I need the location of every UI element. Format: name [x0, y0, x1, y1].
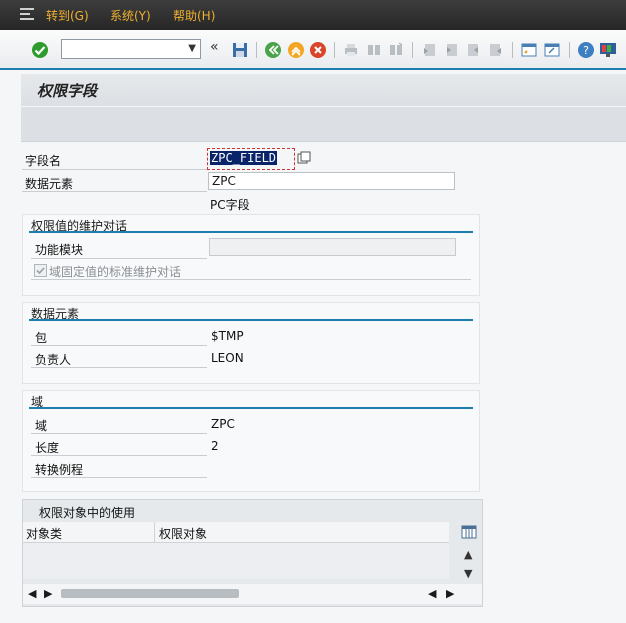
length-value: 2	[211, 439, 219, 453]
svg-text:?: ?	[583, 44, 589, 57]
standard-toolbar: ▼ « ?	[0, 30, 626, 70]
back-icon[interactable]: «	[210, 39, 228, 57]
data-element-description: PC字段	[210, 198, 250, 212]
table-header: 对象类 权限对象	[23, 522, 449, 543]
data-element-group: 数据元素 包 $TMP 负责人 LEON	[22, 302, 480, 384]
function-module-label: 功能模块	[35, 243, 84, 257]
checkbox-icon[interactable]	[34, 264, 47, 277]
scroll-right-icon[interactable]: ▶	[446, 587, 454, 600]
label-underline	[31, 279, 471, 280]
column-header-object-class[interactable]: 对象类	[26, 525, 62, 542]
chevron-down-icon[interactable]: ▼	[188, 43, 196, 54]
menu-system[interactable]: 系统(Y)	[110, 7, 151, 24]
standard-maintenance-checkbox-label: 域固定值的标准维护对话	[49, 265, 182, 279]
toolbar-separator	[334, 42, 335, 58]
menu-help[interactable]: 帮助(H)	[173, 7, 215, 24]
last-page-icon[interactable]	[487, 41, 505, 59]
scroll-left-icon[interactable]: ◀	[28, 587, 36, 600]
label-underline	[22, 169, 207, 170]
label-underline	[31, 455, 207, 456]
command-field[interactable]: ▼	[61, 39, 201, 59]
owner-label: 负责人	[35, 353, 72, 367]
create-session-icon[interactable]	[520, 41, 538, 59]
column-divider	[154, 522, 155, 542]
toolbar-separator	[512, 42, 513, 58]
toolbar-separator	[256, 42, 257, 58]
horizontal-scrollbar[interactable]: ◀ ▶ ◀ ▶	[23, 584, 482, 604]
usage-table: 权限对象中的使用 对象类 权限对象 ▲ ▼ ◀ ▶ ◀ ▶	[22, 499, 483, 607]
table-title: 权限对象中的使用	[39, 506, 136, 520]
menu-goto[interactable]: 转到(G)	[46, 7, 89, 24]
next-page-icon[interactable]	[465, 41, 483, 59]
data-element-input[interactable]: ZPC	[208, 172, 455, 190]
customize-layout-icon[interactable]	[599, 41, 617, 59]
domain-value: ZPC	[211, 417, 235, 431]
label-underline	[31, 433, 207, 434]
owner-value: LEON	[211, 351, 244, 365]
check-icon[interactable]	[31, 41, 49, 59]
scroll-down-icon[interactable]: ▼	[464, 567, 472, 580]
find-icon[interactable]	[365, 41, 383, 59]
length-label: 长度	[35, 441, 60, 455]
shortcut-icon[interactable]	[543, 41, 561, 59]
function-module-input[interactable]	[209, 238, 456, 256]
label-underline	[31, 258, 207, 259]
find-next-icon[interactable]	[387, 41, 405, 59]
label-underline	[31, 477, 207, 478]
package-label: 包	[35, 331, 48, 345]
column-header-auth-object[interactable]: 权限对象	[159, 525, 207, 542]
cancel-icon[interactable]	[309, 41, 327, 59]
title-bar: 权限字段	[21, 74, 626, 106]
save-icon[interactable]	[231, 41, 249, 59]
package-value: $TMP	[211, 329, 244, 343]
group-line	[29, 407, 473, 409]
scroll-right-icon[interactable]: ▶	[44, 587, 52, 600]
group-line	[29, 231, 473, 233]
toolbar-separator	[569, 42, 570, 58]
field-name-value: ZPC_FIELD	[210, 151, 278, 165]
table-body	[23, 543, 449, 579]
print-icon[interactable]	[342, 41, 360, 59]
exit-icon[interactable]	[287, 41, 305, 59]
conversion-routine-label: 转换例程	[35, 463, 84, 477]
help-icon[interactable]: ?	[577, 41, 595, 59]
domain-label: 域	[35, 419, 48, 433]
domain-group: 域 域 ZPC 长度 2 转换例程	[22, 390, 480, 492]
page-title: 权限字段	[37, 82, 98, 100]
maintenance-group: 权限值的维护对话 功能模块 域固定值的标准维护对话	[22, 214, 480, 296]
table-settings-icon[interactable]	[461, 524, 477, 540]
label-underline	[31, 367, 207, 368]
label-underline	[31, 345, 207, 346]
scroll-left-icon[interactable]: ◀	[428, 587, 436, 600]
application-toolbar	[21, 107, 626, 142]
menu-bar: 转到(G) 系统(Y) 帮助(H)	[0, 0, 626, 30]
group-line	[29, 319, 473, 321]
data-element-label: 数据元素	[25, 177, 74, 191]
first-page-icon[interactable]	[420, 41, 438, 59]
field-name-input[interactable]: ZPC_FIELD	[207, 148, 295, 170]
menu-icon[interactable]	[20, 8, 34, 20]
back-arrow-icon[interactable]	[264, 41, 282, 59]
field-name-label: 字段名	[25, 154, 62, 168]
scroll-up-icon[interactable]: ▲	[464, 548, 472, 561]
toolbar-separator	[412, 42, 413, 58]
value-help-icon[interactable]	[297, 151, 311, 165]
scrollbar-thumb[interactable]	[61, 589, 239, 598]
label-underline	[22, 191, 207, 192]
previous-page-icon[interactable]	[442, 41, 460, 59]
